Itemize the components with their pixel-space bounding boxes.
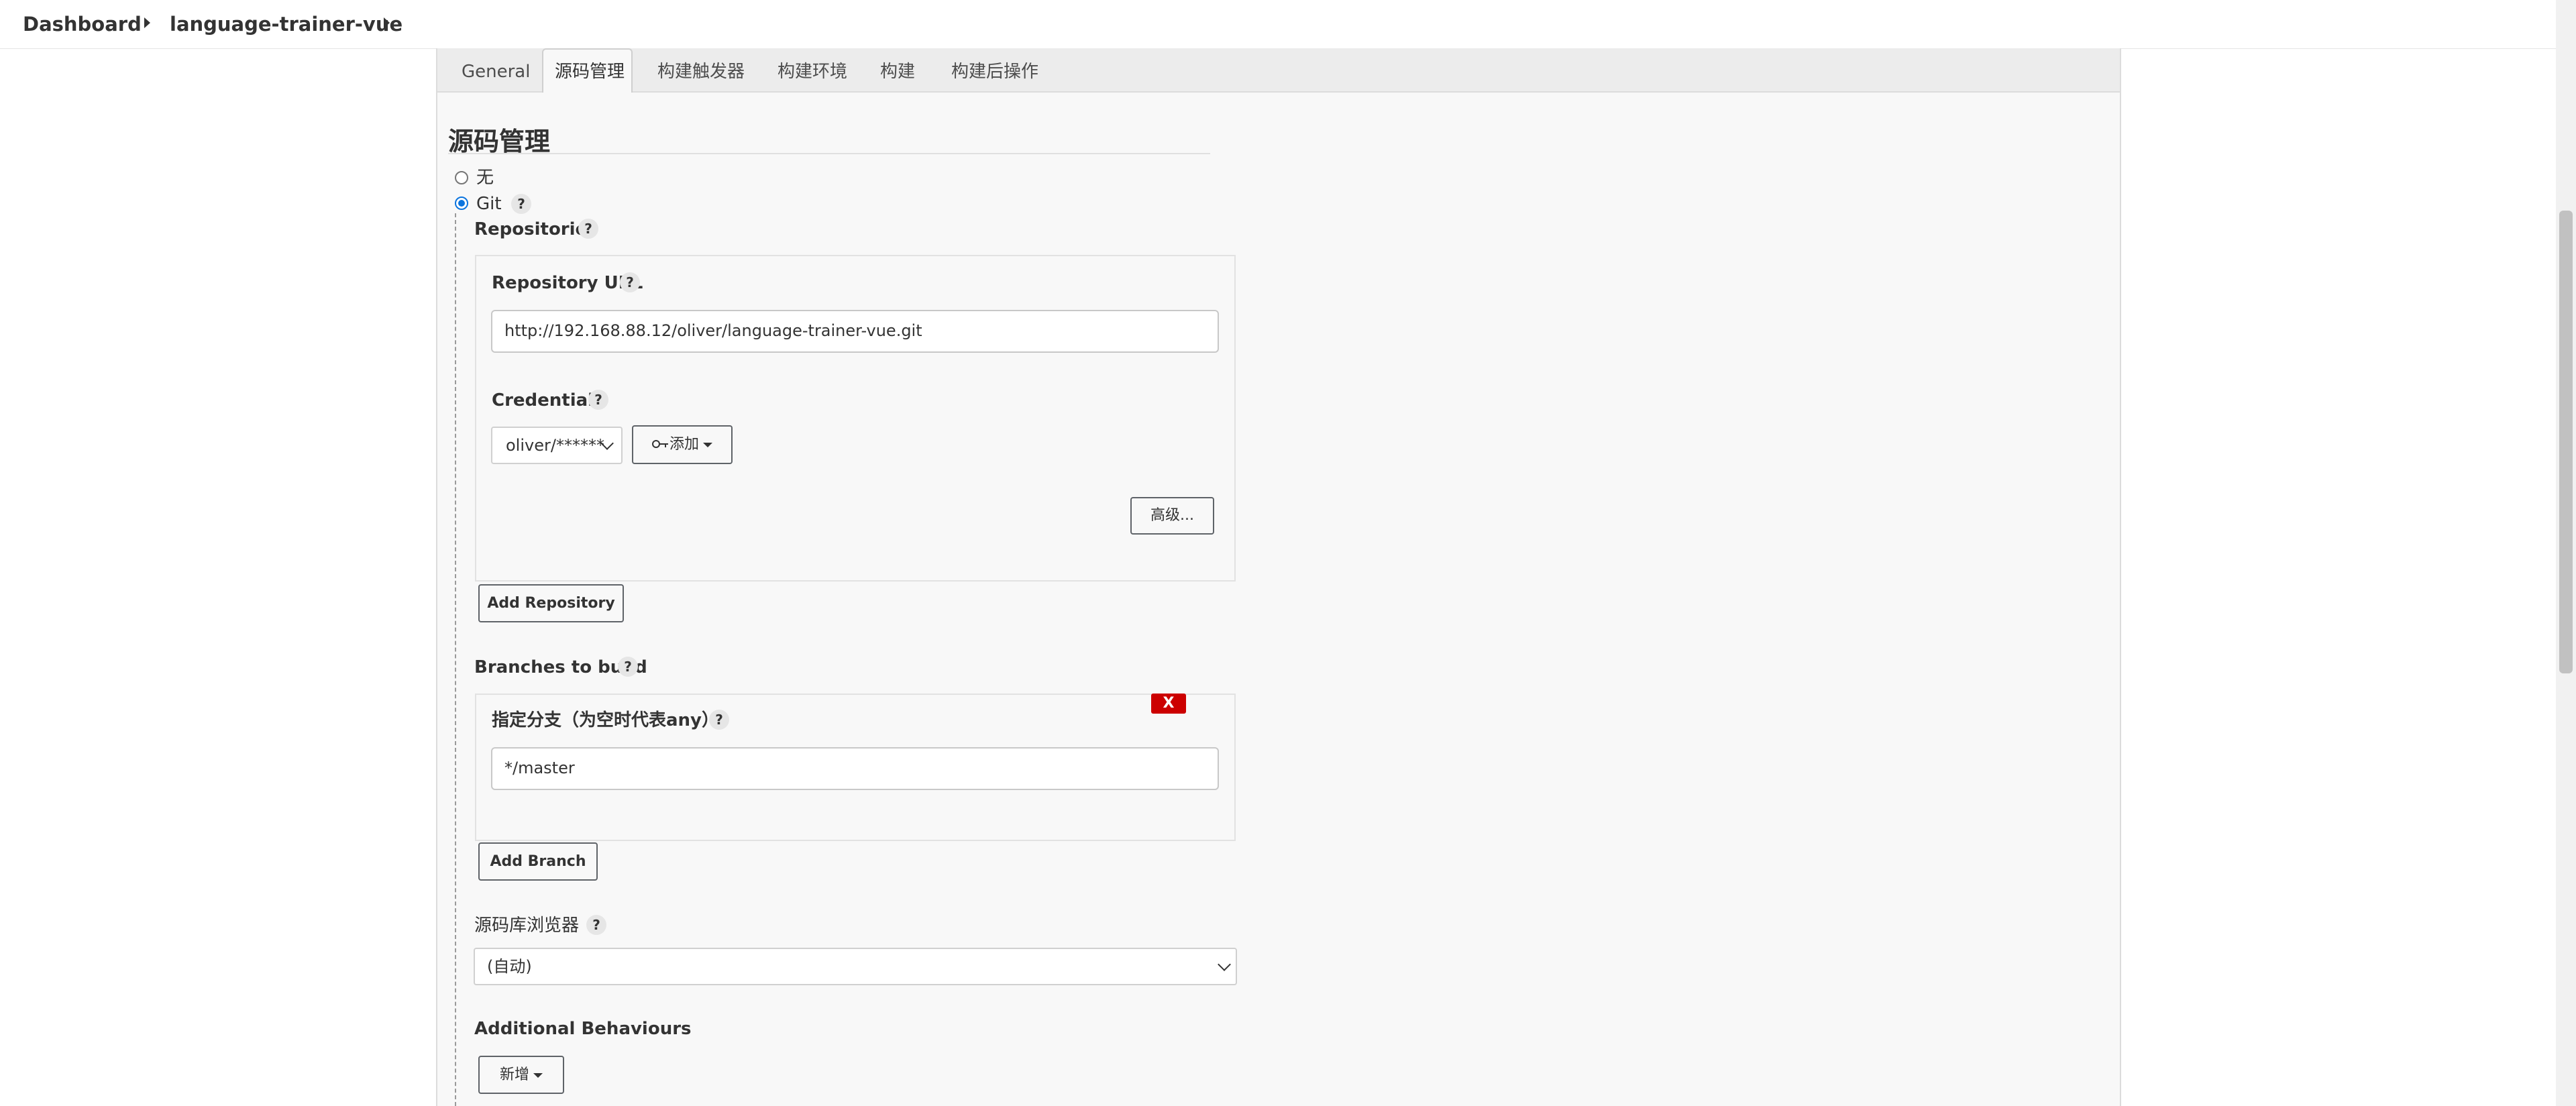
branch-specifier-label: 指定分支（为空时代表any） [492,710,720,730]
additional-behaviours-label: Additional Behaviours [474,1019,692,1039]
chevron-down-icon [1218,958,1231,971]
breadcrumb-dashboard-link[interactable]: Dashboard [23,11,142,38]
delete-branch-button[interactable]: X [1151,694,1186,714]
repository-url-help-icon[interactable]: ? [620,272,640,292]
repository-url-input[interactable]: http://192.168.88.12/oliver/language-tra… [491,310,1219,353]
repository-browser-help-icon[interactable]: ? [586,915,606,935]
repository-browser-label: 源码库浏览器 [474,916,580,936]
git-help-icon[interactable]: ? [511,194,531,214]
breadcrumb-separator-icon[interactable] [384,17,390,28]
tab-general[interactable]: General [462,60,530,83]
scm-git-label: Git [476,194,502,214]
scm-git-radio[interactable] [455,197,468,210]
caret-down-icon [533,1072,543,1078]
tab-scm[interactable]: 源码管理 [555,60,625,83]
branch-specifier-input[interactable]: */master [491,747,1219,790]
add-branch-button[interactable]: Add Branch [478,842,598,881]
scrollbar-thumb[interactable] [2559,211,2573,673]
scm-none-label: 无 [476,168,494,188]
credentials-label: Credentials [492,390,604,410]
add-credentials-button[interactable]: 添加 [632,425,733,464]
credentials-select[interactable]: oliver/****** [491,427,623,464]
repository-browser-value: (自动) [487,957,532,976]
section-divider [448,153,1210,154]
add-behaviour-button[interactable]: 新增 [478,1056,564,1094]
repository-box [475,255,1236,582]
add-repository-button[interactable]: Add Repository [478,584,624,622]
scm-none-radio[interactable] [455,171,468,184]
credentials-select-value: oliver/****** [506,436,604,455]
advanced-button[interactable]: 高级... [1130,497,1214,535]
add-credentials-label: 添加 [669,436,699,453]
breadcrumb-separator-icon[interactable] [144,17,150,28]
repositories-help-icon[interactable]: ? [578,219,598,239]
key-icon [651,427,669,463]
caret-down-icon [703,442,712,447]
breadcrumb: Dashboard language-trainer-vue [0,0,2576,49]
branch-specifier-help-icon[interactable]: ? [709,710,729,730]
branches-help-icon[interactable]: ? [618,657,638,677]
section-title: 源码管理 [448,127,551,156]
breadcrumb-project-link[interactable]: language-trainer-vue [170,11,402,38]
repository-browser-select[interactable]: (自动) [474,948,1237,985]
nested-section-indicator [455,213,456,1106]
tab-build[interactable]: 构建 [880,60,915,83]
tab-build-triggers[interactable]: 构建触发器 [657,60,745,83]
credentials-help-icon[interactable]: ? [588,390,608,410]
tab-post-build[interactable]: 构建后操作 [951,60,1038,83]
add-behaviour-label: 新增 [499,1066,529,1083]
tab-build-environment[interactable]: 构建环境 [777,60,847,83]
